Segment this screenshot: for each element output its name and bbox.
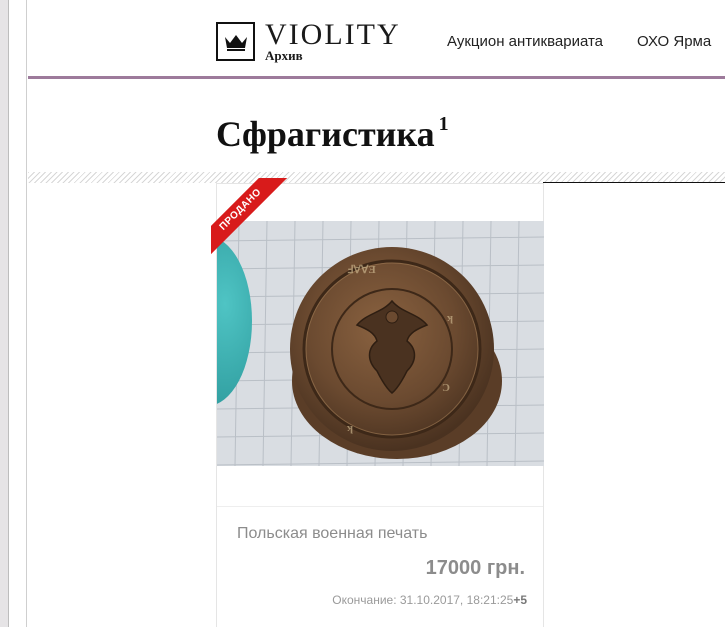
browser-left-rail: [0, 0, 9, 627]
svg-text:Ɔ: Ɔ: [442, 382, 450, 394]
card-separator: [217, 506, 543, 507]
site-logo[interactable]: VIOLITY Архив: [216, 18, 401, 63]
nav-item-fair[interactable]: ОХО Ярма: [637, 33, 711, 50]
crown-logo-icon: [216, 22, 255, 61]
divider-rule: [543, 182, 725, 183]
logo-title: VIOLITY: [265, 18, 401, 51]
lot-timezone: +5: [513, 593, 527, 607]
page-title: Сфрагистика 1: [216, 113, 449, 155]
svg-text:ʞ: ʞ: [346, 422, 353, 434]
header-accent-line: [28, 76, 725, 79]
lot-price: 17000 грн.: [425, 557, 525, 579]
page-left-gutter: [9, 0, 27, 627]
page-title-text: Сфрагистика: [216, 114, 435, 154]
svg-text:ʞ: ʞ: [446, 312, 453, 324]
lot-name[interactable]: Польская военная печать: [237, 525, 427, 543]
seal-photo-icon[interactable]: Ⅎ∀∀Ǝ ʞ Ɔ ʞ: [217, 221, 544, 466]
sold-ribbon: ПРОДАНО: [211, 178, 287, 254]
lot-count: 1: [438, 113, 449, 135]
svg-text:Ⅎ∀∀Ǝ: Ⅎ∀∀Ǝ: [347, 264, 376, 276]
logo-subtitle: Архив: [265, 48, 303, 63]
lot-end-label: Окончание: 31.10.2017, 18:21:25: [332, 593, 514, 607]
nav-item-antiques-auction[interactable]: Аукцион антиквариата: [447, 33, 603, 50]
main-nav: Аукцион антиквариата ОХО Ярма: [447, 33, 725, 50]
lot-end-time: Окончание: 31.10.2017, 18:21:25+5: [332, 593, 527, 607]
sold-badge: ПРОДАНО: [211, 178, 287, 254]
